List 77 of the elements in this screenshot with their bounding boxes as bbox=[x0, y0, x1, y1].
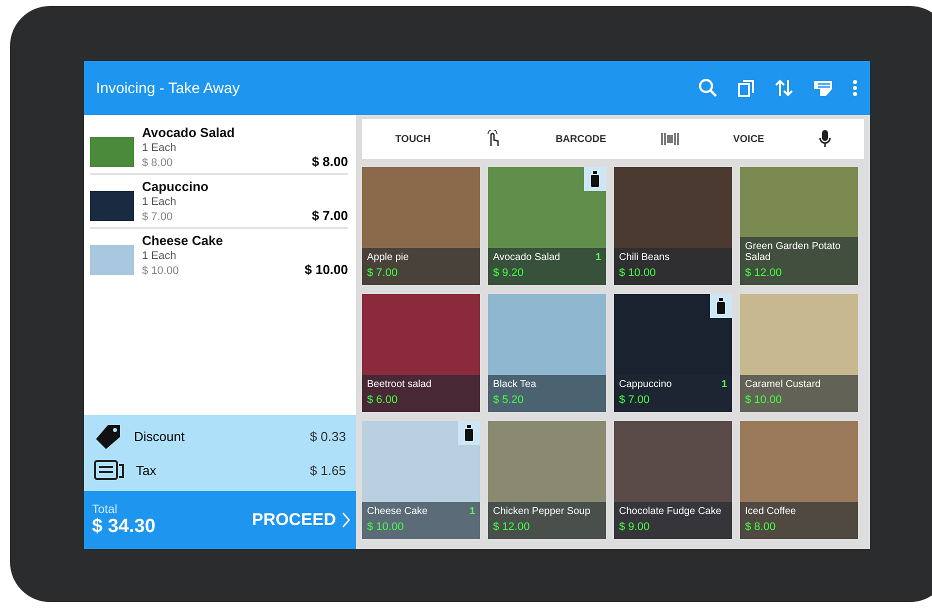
summary-label: Discount bbox=[134, 428, 186, 444]
product-name: Apple pie bbox=[367, 252, 409, 263]
jar-badge-icon bbox=[458, 421, 480, 445]
barcode-icon[interactable] bbox=[660, 132, 679, 146]
app-title: Invoicing - Take Away bbox=[96, 80, 241, 96]
mode-label[interactable]: BARCODE bbox=[556, 134, 606, 144]
cart-count: 1 bbox=[595, 252, 601, 263]
product-tile[interactable]: Chili Beans $ 10.00 bbox=[614, 167, 732, 285]
item-name: Avocado Salad bbox=[142, 125, 236, 140]
unit-price: $ 7.00 bbox=[142, 211, 173, 223]
product-tile[interactable]: Chocolate Fudge Cake $ 9.00 bbox=[614, 421, 732, 539]
copy-icon[interactable] bbox=[736, 78, 756, 98]
product-price: $ 10.00 bbox=[619, 267, 656, 279]
cart-count: 1 bbox=[721, 379, 727, 390]
item-quantity: 1 Each bbox=[142, 142, 178, 154]
item-name: Capuccino bbox=[142, 179, 210, 194]
product-price: $ 10.00 bbox=[367, 521, 404, 533]
mode-label[interactable]: VOICE bbox=[733, 134, 764, 144]
product-tile[interactable]: Apple pie $ 7.00 bbox=[362, 167, 480, 285]
product-price: $ 12.00 bbox=[493, 521, 530, 533]
product-price: $ 10.00 bbox=[745, 394, 782, 406]
line-total: $ 8.00 bbox=[312, 154, 348, 169]
jar-badge-icon bbox=[584, 167, 606, 191]
product-price: $ 12.00 bbox=[745, 267, 782, 279]
product-name: Cappuccino bbox=[619, 379, 672, 390]
product-tile[interactable]: Black Tea $ 5.20 bbox=[488, 294, 606, 412]
product-tile[interactable]: Cappuccino 1 $ 7.00 bbox=[614, 294, 732, 412]
search-icon[interactable] bbox=[698, 78, 718, 98]
receipt-icon bbox=[94, 459, 124, 481]
product-price: $ 8.00 bbox=[745, 521, 776, 533]
product-price: $ 7.00 bbox=[619, 394, 650, 406]
product-thumbnail bbox=[90, 191, 134, 221]
price-tag-icon bbox=[94, 423, 122, 449]
item-quantity: 1 Each bbox=[142, 250, 178, 262]
line-total: $ 7.00 bbox=[312, 208, 348, 223]
product-tile[interactable]: Avocado Salad 1 $ 9.20 bbox=[488, 167, 606, 285]
tag-icon[interactable] bbox=[812, 78, 834, 98]
microphone-icon[interactable] bbox=[818, 130, 831, 148]
product-tile[interactable]: Beetroot salad $ 6.00 bbox=[362, 294, 480, 412]
product-name: Chili Beans bbox=[619, 252, 670, 263]
chevron-right-icon[interactable] bbox=[342, 512, 350, 528]
line-total: $ 10.00 bbox=[304, 262, 348, 277]
total-amount: $ 34.30 bbox=[92, 516, 156, 538]
product-tile[interactable]: Iced Coffee $ 8.00 bbox=[740, 421, 858, 539]
product-thumbnail bbox=[90, 137, 134, 167]
summary-label: Tax bbox=[136, 462, 158, 478]
product-name: Chocolate Fudge Cake bbox=[619, 506, 722, 517]
summary-value: $ 0.33 bbox=[310, 428, 346, 444]
product-name: Chicken Pepper Soup bbox=[493, 506, 590, 517]
product-tile[interactable]: Green Garden Potato Salad $ 12.00 bbox=[740, 167, 858, 285]
product-price: $ 6.00 bbox=[367, 394, 398, 406]
sort-icon[interactable] bbox=[774, 78, 794, 98]
product-price: $ 9.20 bbox=[493, 267, 524, 279]
product-tile[interactable]: Chicken Pepper Soup $ 12.00 bbox=[488, 421, 606, 539]
mode-label[interactable]: TOUCH bbox=[395, 134, 431, 144]
item-quantity: 1 Each bbox=[142, 196, 178, 208]
product-tile[interactable]: Cheese Cake 1 $ 10.00 bbox=[362, 421, 480, 539]
more-icon[interactable] bbox=[852, 78, 858, 98]
product-name: Beetroot salad bbox=[367, 379, 432, 390]
summary-value: $ 1.65 bbox=[310, 462, 346, 478]
product-name: Avocado Salad bbox=[493, 252, 560, 263]
unit-price: $ 10.00 bbox=[142, 265, 179, 277]
product-name: Iced Coffee bbox=[745, 506, 796, 517]
total-label: Total bbox=[92, 502, 118, 516]
unit-price: $ 8.00 bbox=[142, 157, 173, 169]
product-name: Caramel Custard bbox=[745, 379, 821, 390]
item-name: Cheese Cake bbox=[142, 233, 224, 248]
jar-badge-icon bbox=[710, 294, 732, 318]
product-price: $ 7.00 bbox=[367, 267, 398, 279]
product-thumbnail bbox=[90, 245, 134, 275]
product-name: Black Tea bbox=[493, 379, 536, 390]
cart-count: 1 bbox=[469, 506, 475, 517]
product-tile[interactable]: Caramel Custard $ 10.00 bbox=[740, 294, 858, 412]
product-name: Green Garden Potato Salad bbox=[745, 241, 842, 263]
product-name: Cheese Cake bbox=[367, 506, 428, 517]
product-price: $ 5.20 bbox=[493, 394, 524, 406]
product-price: $ 9.00 bbox=[619, 521, 650, 533]
